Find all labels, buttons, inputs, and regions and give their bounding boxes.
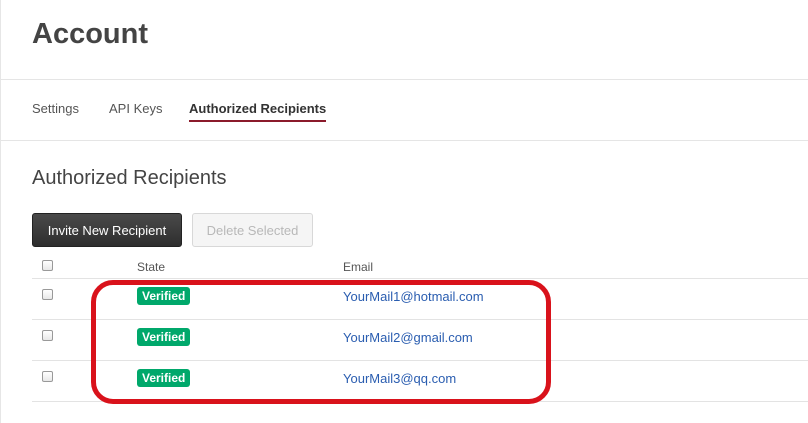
status-badge: Verified <box>137 328 191 346</box>
tab-settings[interactable]: Settings <box>32 101 79 116</box>
tab-api-keys[interactable]: API Keys <box>109 101 162 116</box>
row-checkbox[interactable] <box>42 330 53 341</box>
state-column-header: State <box>137 260 166 274</box>
status-badge: Verified <box>137 287 191 305</box>
table-header-row: State Email <box>32 254 808 279</box>
page-title: Account <box>32 18 148 50</box>
recipients-table: State Email Verified YourMail1@hotmail.c… <box>32 254 808 402</box>
recipient-email-link[interactable]: YourMail3@qq.com <box>343 371 456 386</box>
row-checkbox[interactable] <box>42 289 53 300</box>
table-row: Verified YourMail1@hotmail.com <box>32 279 808 320</box>
tab-bar: Settings API Keys Authorized Recipients <box>1 80 808 141</box>
status-badge: Verified <box>137 369 191 387</box>
page-header: Account <box>1 0 808 80</box>
row-checkbox[interactable] <box>42 371 53 382</box>
section-title: Authorized Recipients <box>32 167 227 189</box>
table-row: Verified YourMail3@qq.com <box>32 361 808 402</box>
table-row: Verified YourMail2@gmail.com <box>32 320 808 361</box>
invite-new-recipient-button[interactable]: Invite New Recipient <box>32 213 182 247</box>
recipient-email-link[interactable]: YourMail2@gmail.com <box>343 330 473 345</box>
select-all-checkbox[interactable] <box>42 260 53 271</box>
tab-authorized-recipients[interactable]: Authorized Recipients <box>189 101 327 122</box>
email-column-header: Email <box>343 260 374 274</box>
recipient-email-link[interactable]: YourMail1@hotmail.com <box>343 289 484 304</box>
delete-selected-button: Delete Selected <box>192 213 313 247</box>
